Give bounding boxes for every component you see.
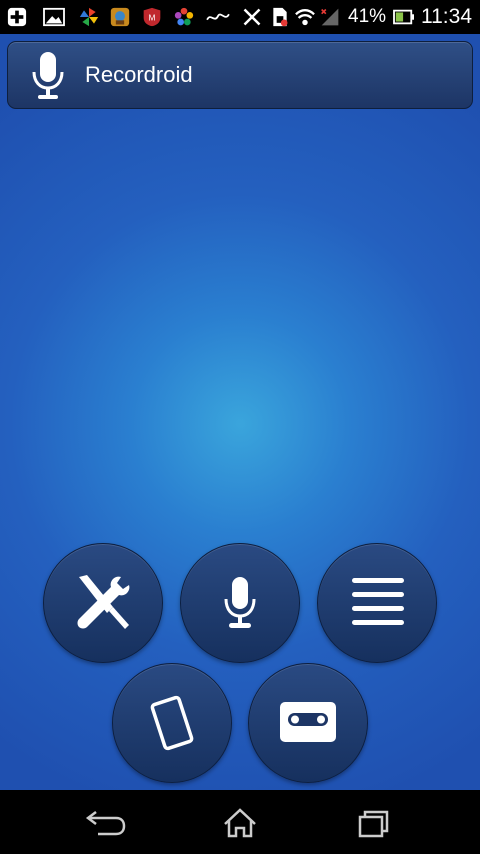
game-icon	[110, 7, 130, 27]
mcafee-icon: M	[143, 7, 161, 27]
main-area: Recordroid	[0, 34, 480, 790]
app-title: Recordroid	[85, 62, 193, 87]
recent-apps-icon[interactable]	[343, 804, 403, 844]
back-icon[interactable]	[78, 804, 138, 844]
microphone-icon	[32, 52, 64, 99]
battery-percent: 41%	[348, 6, 387, 27]
signal-icon	[321, 8, 339, 26]
svg-text:M: M	[149, 12, 156, 22]
list-button[interactable]	[317, 543, 437, 663]
app-header: Recordroid	[7, 41, 473, 109]
settings-button[interactable]	[43, 543, 163, 663]
flower-icon	[174, 7, 194, 26]
cassette-icon	[280, 702, 336, 742]
menu-lines-icon	[352, 578, 404, 625]
bluetooth-off-icon	[243, 8, 261, 26]
pinwheel-icon	[79, 7, 99, 27]
clock: 11:34	[421, 5, 472, 28]
arabic-app-icon	[206, 13, 230, 21]
navigation-bar	[0, 790, 480, 854]
phone-icon	[150, 695, 194, 751]
battery-icon	[393, 9, 414, 25]
tape-button[interactable]	[248, 663, 368, 783]
wifi-icon	[295, 9, 315, 26]
gallery-icon	[43, 7, 65, 27]
status-bar: M 41% 11:34	[0, 0, 480, 34]
home-icon[interactable]	[210, 804, 270, 844]
tools-icon	[77, 575, 130, 629]
microphone-icon	[224, 577, 256, 628]
device-button[interactable]	[112, 663, 232, 783]
add-icon	[7, 7, 27, 27]
record-button[interactable]	[180, 543, 300, 663]
sim-icon	[273, 7, 288, 27]
